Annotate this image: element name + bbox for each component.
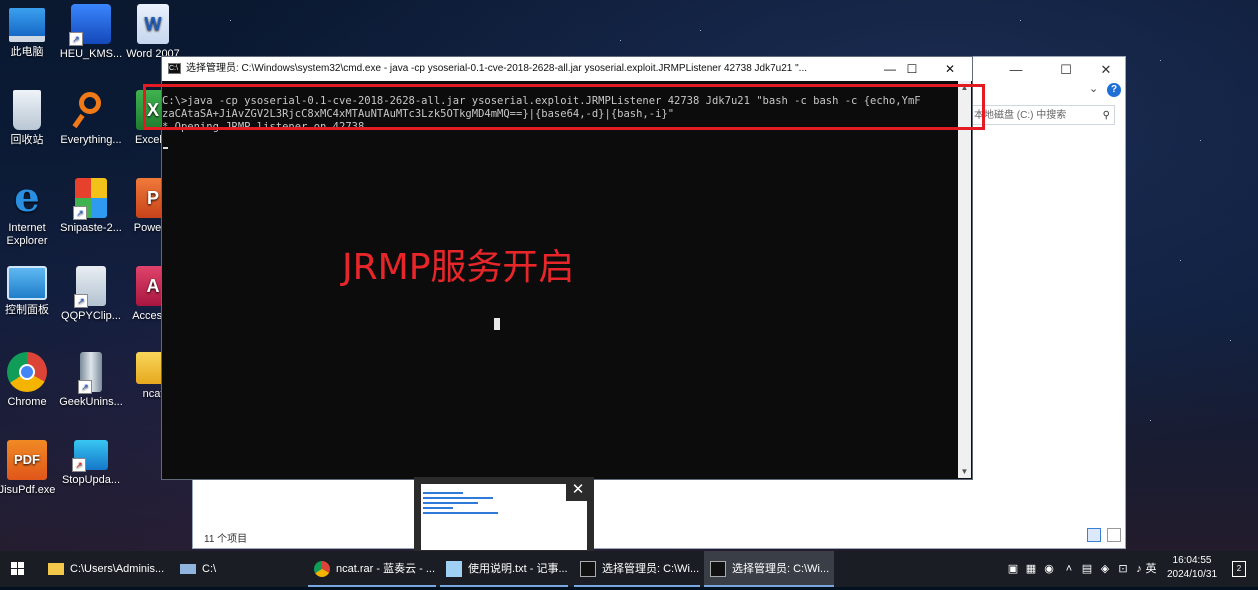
cmd-icon — [710, 561, 726, 577]
cmd-maximize-button[interactable]: ☐ — [892, 57, 932, 81]
explorer-maximize-button[interactable]: ☐ — [1049, 59, 1083, 81]
cmd-icon — [580, 561, 596, 577]
desktop-icon-chrome[interactable]: Chrome — [0, 352, 60, 409]
star — [700, 30, 701, 31]
thumb-text-line — [423, 512, 498, 514]
clock-time: 16:04:55 — [1172, 555, 1212, 566]
thumb-text-line — [423, 492, 463, 494]
star — [1200, 140, 1201, 141]
shortcut-arrow-icon: ↗ — [73, 206, 87, 220]
desktop-icon-control-panel[interactable]: 控制面板 — [0, 266, 60, 317]
cmd-icon: C:\ — [168, 63, 181, 74]
star — [620, 40, 621, 41]
block-cursor — [494, 318, 500, 330]
chrome-icon — [314, 561, 330, 577]
taskbar-item-explorer[interactable]: C:\Users\Adminis... — [42, 551, 168, 587]
desktop-icon-heu-kms[interactable]: ↗ HEU_KMS... — [58, 4, 124, 61]
highlight-box — [143, 84, 985, 130]
desktop-icon-stopupdate[interactable]: ↗ StopUpda... — [58, 440, 124, 487]
item-count-status: 11 个项目 — [204, 534, 248, 545]
taskbar-item-drive[interactable]: C:\ — [174, 551, 304, 587]
everything-icon — [71, 90, 111, 130]
tray-app-icon[interactable]: ◈ — [1098, 551, 1112, 587]
desktop-icon-geekuninstaller[interactable]: ↗ GeekUnins... — [58, 352, 124, 409]
taskbar-thumbnail-preview[interactable]: ✕ — [414, 477, 594, 555]
windows-logo-icon — [11, 562, 24, 575]
qqpyclip-icon: ↗ — [74, 266, 106, 308]
clock-date: 2024/10/31 — [1166, 569, 1218, 580]
preview-close-button[interactable]: ✕ — [566, 479, 590, 501]
input-method-indicator[interactable]: 英 — [1144, 551, 1158, 587]
desktop-icon-qqpyclip[interactable]: ↗ QQPYClip... — [58, 266, 124, 323]
search-input[interactable]: 本地磁盘 (C:) 中搜索 ⚲ — [969, 105, 1115, 125]
text-cursor — [163, 147, 168, 149]
star — [1180, 260, 1181, 261]
thumb-text-line — [423, 497, 493, 499]
desktop-icon-everything[interactable]: Everything... — [58, 90, 124, 147]
thumb-text-line — [423, 502, 478, 504]
cmd-console-output[interactable]: C:\>java -cp ysoserial-0.1-cve-2018-2628… — [162, 81, 958, 477]
tray-app-icon[interactable]: ▦ — [1024, 551, 1038, 587]
clock[interactable]: 16:04:55 2024/10/31 — [1158, 554, 1226, 582]
ribbon-expand-icon[interactable]: ⌄ — [1089, 82, 1098, 95]
star — [1150, 420, 1151, 421]
notepad-icon — [446, 561, 462, 577]
shortcut-arrow-icon: ↗ — [69, 32, 83, 46]
search-icon: ⚲ — [1102, 110, 1110, 121]
chrome-icon — [7, 352, 47, 392]
explorer-close-button[interactable]: ✕ — [1089, 59, 1123, 81]
heu-kms-icon: ↗ — [69, 4, 111, 46]
desktop: 此电脑 回收站 e Internet Explorer 控制面板 Chrome … — [0, 0, 1258, 551]
recycle-bin-icon — [13, 90, 41, 130]
word-icon: W — [137, 4, 169, 44]
desktop-icon-ie[interactable]: e Internet Explorer — [0, 178, 60, 248]
taskbar-item-cmd-2[interactable]: 选择管理员: C:\Wi... — [704, 551, 834, 587]
tray-app-icon[interactable]: ◉ — [1042, 551, 1056, 587]
desktop-icon-jisupdf[interactable]: PDF JisuPdf.exe — [0, 440, 60, 497]
desktop-icon-snipaste[interactable]: ↗ Snipaste-2... — [58, 178, 124, 235]
desktop-icon-word[interactable]: W Word 2007 — [120, 4, 186, 61]
start-button[interactable] — [0, 551, 36, 587]
taskbar-item-chrome[interactable]: ncat.rar - 蓝奏云 - ... — [308, 551, 436, 587]
taskbar: C:\Users\Adminis... C:\ ncat.rar - 蓝奏云 -… — [0, 551, 1258, 587]
desktop-icon-recycle-bin[interactable]: 回收站 — [0, 90, 60, 147]
desktop-icon-this-pc[interactable]: 此电脑 — [0, 4, 60, 59]
jrmp-annotation: JRMP服务开启 — [342, 247, 575, 288]
search-placeholder: 本地磁盘 (C:) 中搜索 — [974, 110, 1067, 121]
taskbar-item-cmd-1[interactable]: 选择管理员: C:\Wi... — [574, 551, 700, 587]
cmd-scrollbar[interactable]: ▲ ▼ — [958, 81, 971, 478]
thumb-text-line — [423, 507, 453, 509]
explorer-minimize-button[interactable]: — — [999, 59, 1033, 81]
large-icons-view-icon[interactable] — [1107, 528, 1121, 542]
ie-icon: e — [14, 174, 40, 221]
stopupdate-icon: ↗ — [72, 440, 108, 472]
network-icon[interactable]: ⊡ — [1116, 551, 1130, 587]
details-view-icon[interactable] — [1087, 528, 1101, 542]
cmd-title: 选择管理员: C:\Windows\system32\cmd.exe - jav… — [186, 63, 808, 74]
taskbar-item-notepad[interactable]: 使用说明.txt - 记事... — [440, 551, 568, 587]
star — [1230, 340, 1231, 341]
jisupdf-icon: PDF — [7, 440, 47, 480]
help-icon[interactable]: ? — [1107, 83, 1121, 97]
shortcut-arrow-icon: ↗ — [74, 294, 88, 308]
snipaste-icon: ↗ — [73, 178, 107, 220]
computer-icon — [9, 8, 45, 42]
tray-app-icon[interactable]: ▣ — [1006, 551, 1020, 587]
notification-center-icon[interactable]: 2 — [1232, 561, 1246, 577]
star — [230, 20, 231, 21]
thumbnail-image — [421, 484, 587, 550]
cmd-close-button[interactable]: ✕ — [930, 57, 970, 81]
control-panel-icon — [7, 266, 47, 300]
star — [1020, 20, 1021, 21]
drive-icon — [180, 564, 196, 574]
cmd-title-bar[interactable]: C:\ 选择管理员: C:\Windows\system32\cmd.exe -… — [162, 57, 972, 81]
star — [1160, 60, 1161, 61]
scroll-down-icon[interactable]: ▼ — [958, 465, 971, 478]
shortcut-arrow-icon: ↗ — [72, 458, 86, 472]
tray-expand-icon[interactable]: ˄ — [1062, 551, 1076, 587]
tray-app-icon[interactable]: ▤ — [1080, 551, 1094, 587]
shortcut-arrow-icon: ↗ — [78, 380, 92, 394]
folder-icon — [48, 563, 64, 575]
geekuninstaller-icon: ↗ — [78, 352, 102, 394]
